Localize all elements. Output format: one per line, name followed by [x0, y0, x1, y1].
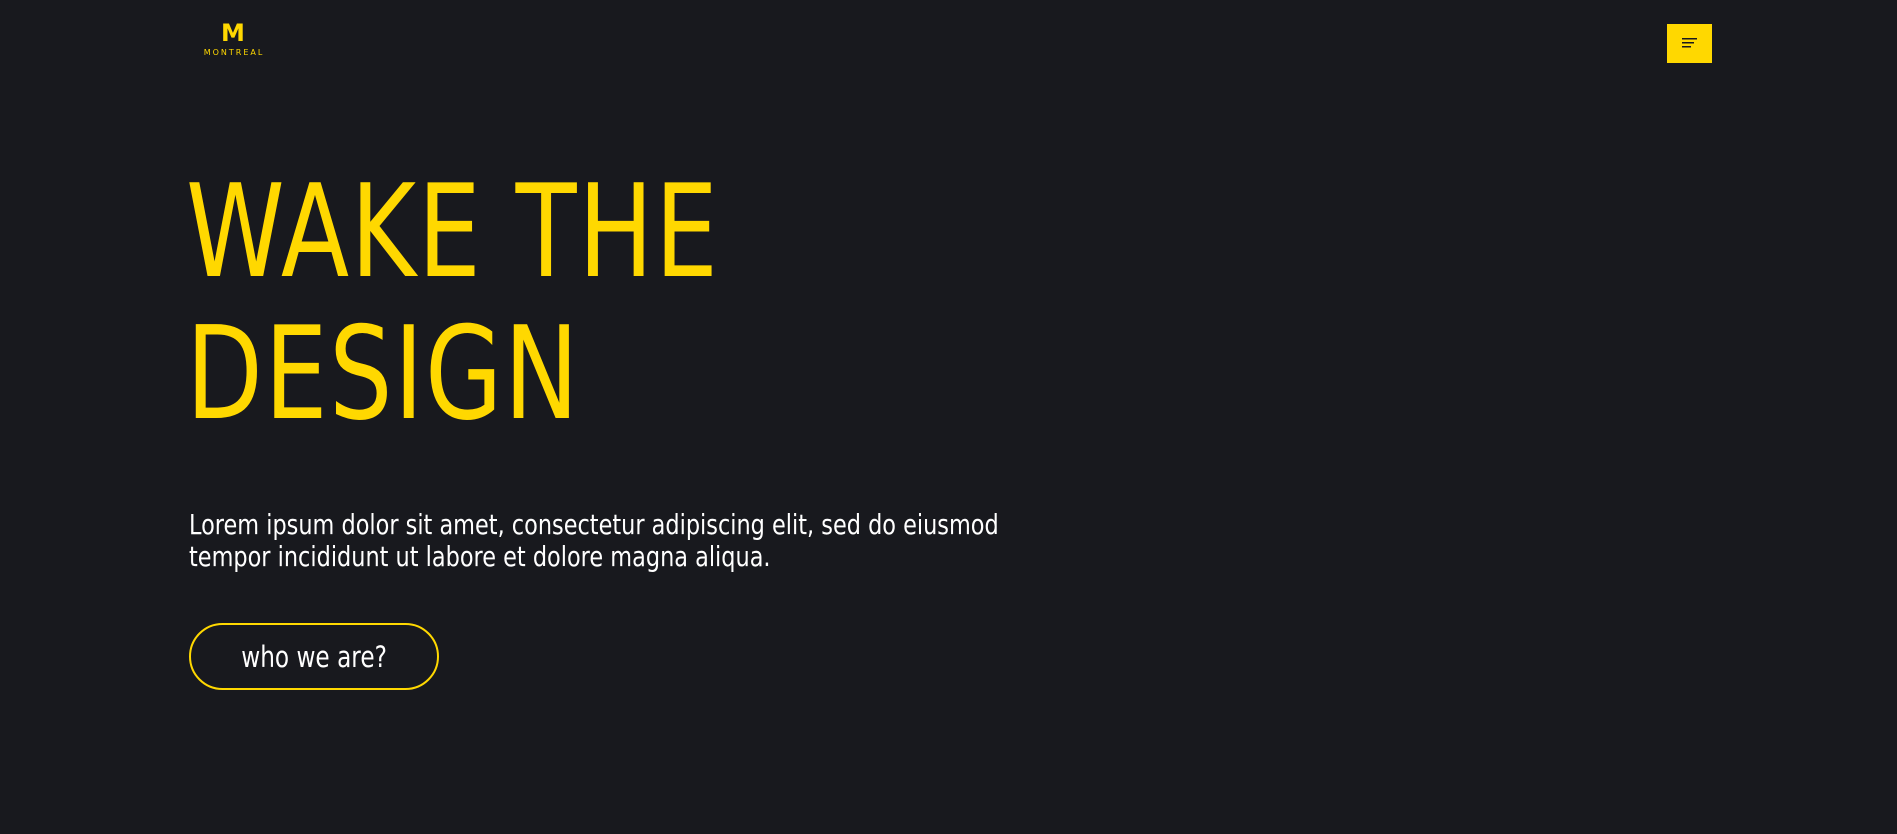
logo-wordmark: MONTREAL: [203, 48, 265, 57]
hero-title-line: WAKE THE: [186, 158, 720, 307]
hero-description: Lorem ipsum dolor sit amet, consectetur …: [189, 509, 999, 573]
cta-label: who we are?: [241, 639, 387, 674]
menu-icon: [1682, 38, 1697, 48]
hero-description-line: Lorem ipsum dolor sit amet, consectetur …: [189, 508, 999, 541]
hero-title: WAKE THE DESIGN: [186, 162, 719, 446]
hero-description-line: tempor incididunt ut labore et dolore ma…: [189, 540, 771, 573]
menu-button[interactable]: [1667, 24, 1712, 63]
hero-title-line: DESIGN: [186, 300, 581, 449]
who-we-are-button[interactable]: who we are?: [189, 623, 439, 690]
logo-letter: M: [221, 19, 245, 47]
logo[interactable]: M MONTREAL: [196, 20, 270, 58]
